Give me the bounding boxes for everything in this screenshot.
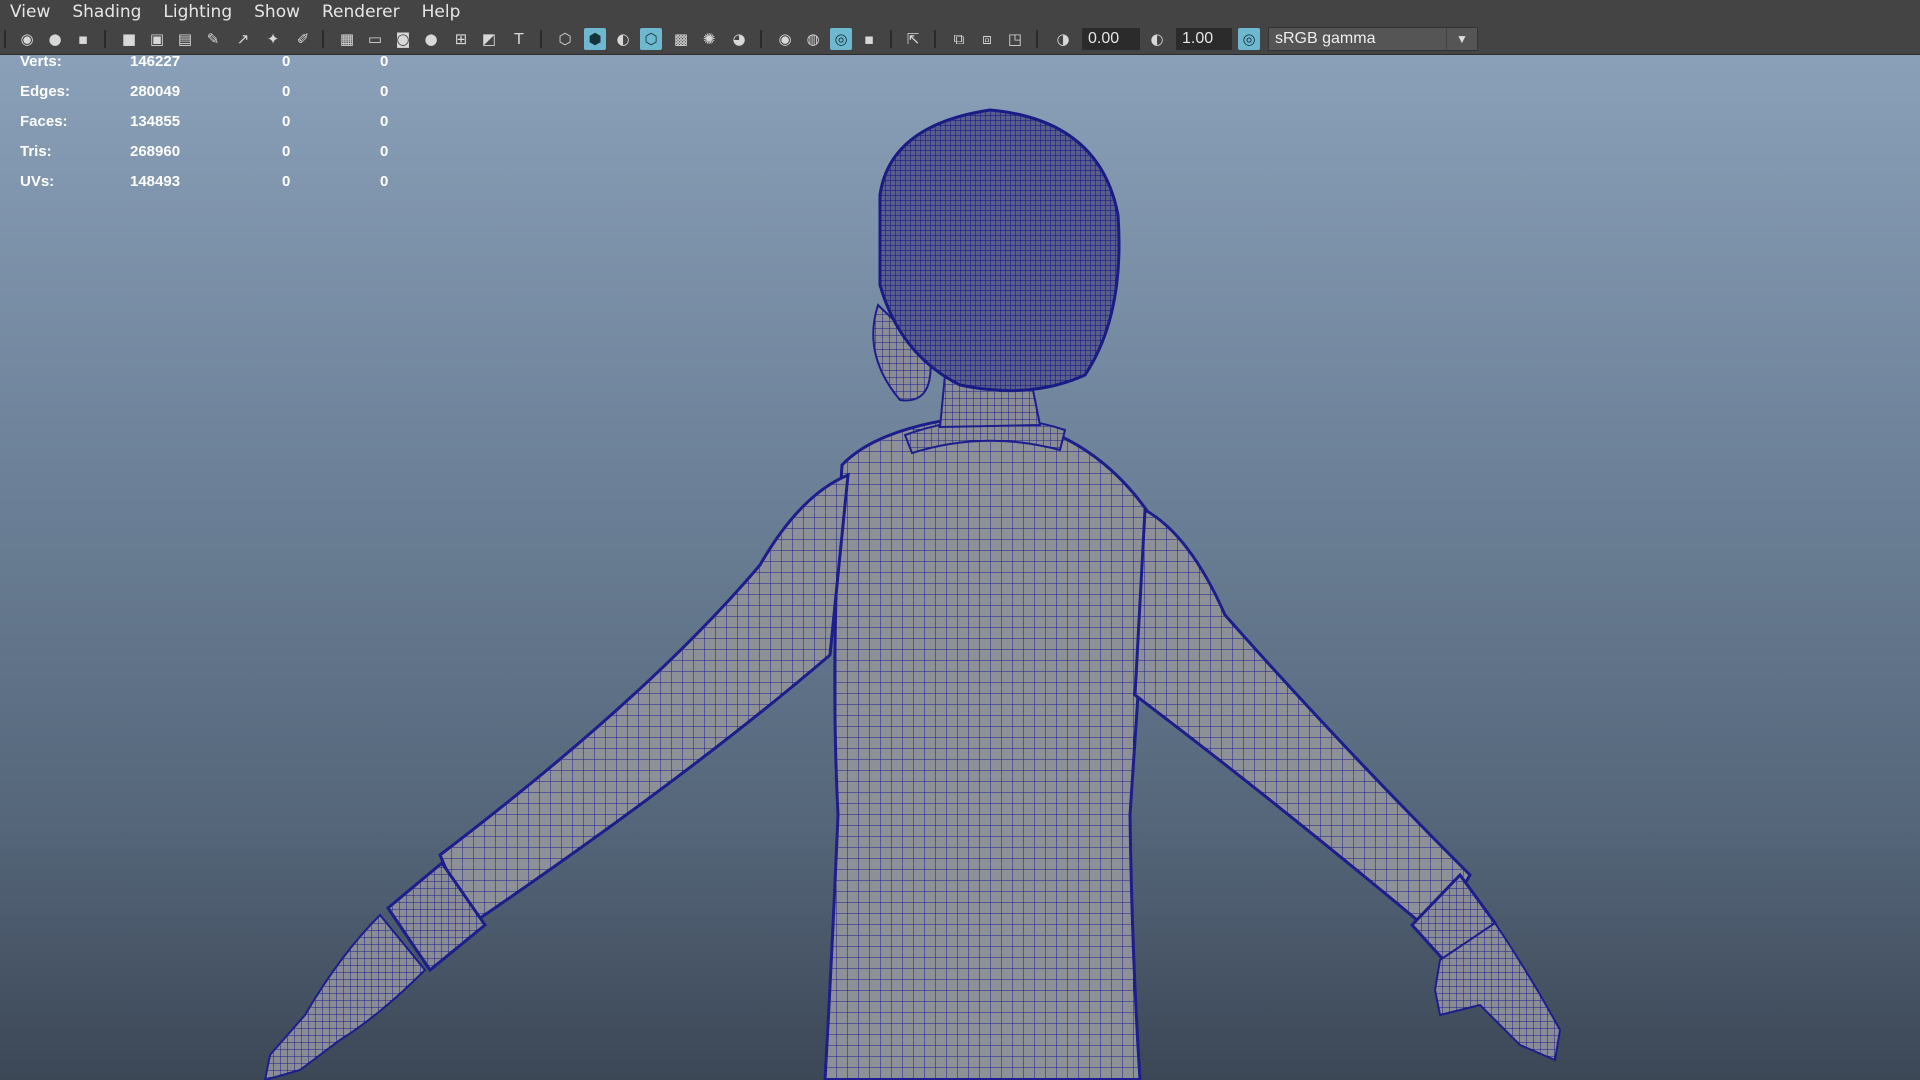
grease-pencil-icon[interactable]: ✎ <box>202 28 224 50</box>
toolbar-divider <box>4 30 6 48</box>
toolbar-divider <box>890 30 892 48</box>
exposure-icon[interactable]: ◑ <box>1052 28 1074 50</box>
film-gate-icon[interactable]: ✦ <box>262 28 284 50</box>
screen-space-ao-icon[interactable]: ▩ <box>670 28 692 50</box>
menu-show[interactable]: Show <box>254 2 300 22</box>
safe-title-icon[interactable]: ● <box>420 28 442 50</box>
right-arm-mesh[interactable] <box>1133 507 1472 938</box>
character-wireframe-model[interactable] <box>0 55 1920 1080</box>
menu-lighting[interactable]: Lighting <box>163 2 232 22</box>
anti-aliasing-icon[interactable]: ◕ <box>728 28 750 50</box>
2d-pan-zoom-icon[interactable]: ▤ <box>174 28 196 50</box>
3d-viewport[interactable]: Verts: 146227 0 0 Edges: 280049 0 0 Face… <box>0 55 1920 1080</box>
menu-help[interactable]: Help <box>422 2 461 22</box>
shadows-icon[interactable]: ⬡ <box>640 28 662 50</box>
toolbar-divider <box>322 30 324 48</box>
left-arm-mesh[interactable] <box>438 472 850 928</box>
image-plane-icon[interactable]: ▣ <box>146 28 168 50</box>
select-camera-icon[interactable]: ◉ <box>16 28 38 50</box>
gamma-icon[interactable]: ◐ <box>1146 28 1168 50</box>
field-chart-icon[interactable]: ▭ <box>364 28 386 50</box>
grid-icon[interactable]: ↗ <box>232 28 254 50</box>
color-management-icon[interactable]: ◎ <box>1238 28 1260 50</box>
xray-active-components-icon[interactable]: ▪ <box>858 28 880 50</box>
hair-mesh[interactable] <box>878 108 1121 393</box>
wireframe-on-shaded-icon[interactable]: ⬡ <box>554 28 576 50</box>
camera-attributes-icon[interactable]: ● <box>44 28 66 50</box>
use-default-material-icon[interactable]: T <box>508 28 530 50</box>
menu-view[interactable]: View <box>10 2 50 22</box>
chevron-down-icon[interactable]: ▼ <box>1446 28 1477 50</box>
depth-of-field-icon[interactable]: ◉ <box>774 28 796 50</box>
menu-shading[interactable]: Shading <box>72 2 141 22</box>
resolution-toggle-icon[interactable]: ◳ <box>1004 28 1026 50</box>
color-space-value: sRGB gamma <box>1275 30 1376 47</box>
motion-blur-icon[interactable]: ✺ <box>698 28 720 50</box>
isolate-select-icon[interactable]: ◍ <box>802 28 824 50</box>
textured-icon[interactable]: ⬢ <box>584 28 606 50</box>
isolate-view-icon[interactable]: ⧉ <box>948 28 970 50</box>
left-hand-mesh[interactable] <box>263 913 427 1080</box>
toolbar-divider <box>104 30 106 48</box>
toolbar-divider <box>540 30 542 48</box>
gamma-field[interactable]: 1.00 <box>1176 28 1232 50</box>
safe-action-icon[interactable]: ◙ <box>392 28 414 50</box>
menu-bar: View Shading Lighting Show Renderer Help <box>0 0 1920 24</box>
color-space-dropdown[interactable]: sRGB gamma ▼ <box>1268 27 1478 51</box>
menu-renderer[interactable]: Renderer <box>322 2 400 22</box>
xray-icon[interactable]: ◎ <box>830 28 852 50</box>
panel-toolbar: ◉ ● ▪ ■ ▣ ▤ ✎ ↗ ✦ ✐ ▦ ▭ ◙ ● ⊞ ◩ T ⬡ ⬢ ◐ … <box>0 24 1920 55</box>
gate-mask-icon[interactable]: ▦ <box>336 28 358 50</box>
camera-icon[interactable]: ■ <box>118 28 140 50</box>
bookmark-icon[interactable]: ▪ <box>72 28 94 50</box>
torso-mesh[interactable] <box>823 413 1152 1080</box>
toolbar-divider <box>1036 30 1038 48</box>
xray-joints-icon[interactable]: ⇱ <box>902 28 924 50</box>
use-all-lights-icon[interactable]: ◐ <box>612 28 634 50</box>
wireframe-icon[interactable]: ⊞ <box>450 28 472 50</box>
toolbar-divider <box>934 30 936 48</box>
grid-toggle-icon[interactable]: ⧈ <box>976 28 998 50</box>
smooth-shade-icon[interactable]: ◩ <box>478 28 500 50</box>
resolution-gate-icon[interactable]: ✐ <box>292 28 314 50</box>
toolbar-divider <box>760 30 762 48</box>
exposure-field[interactable]: 0.00 <box>1082 28 1140 50</box>
